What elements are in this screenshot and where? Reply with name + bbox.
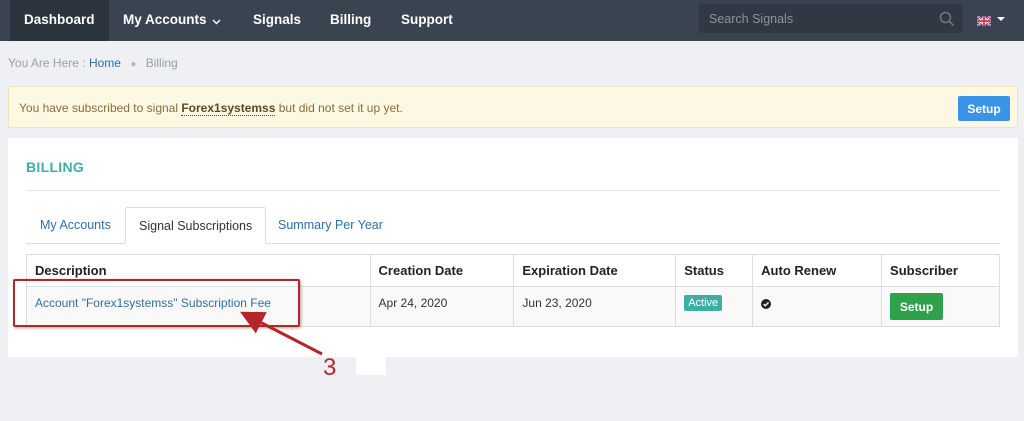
column-header-subscriber: Subscriber bbox=[881, 254, 1000, 287]
alert-text-before: You have subscribed to signal bbox=[19, 101, 182, 115]
subscriber-setup-button[interactable]: Setup bbox=[890, 293, 944, 320]
check-circle-icon bbox=[761, 298, 772, 314]
uk-flag-icon bbox=[976, 14, 992, 27]
title-divider bbox=[26, 190, 1000, 191]
column-header-auto-renew: Auto Renew bbox=[752, 254, 883, 287]
nav-my-accounts[interactable]: My Accounts bbox=[109, 0, 235, 41]
nav-signals[interactable]: Signals bbox=[239, 0, 315, 41]
alert-message: You have subscribed to signal Forex1syst… bbox=[19, 101, 403, 116]
creation-date-value: Apr 24, 2020 bbox=[378, 295, 448, 310]
column-header-creation-date: Creation Date bbox=[369, 254, 515, 287]
breadcrumb-current: Billing bbox=[145, 56, 178, 70]
breadcrumb-prefix: You Are Here : bbox=[8, 56, 86, 70]
breadcrumb: You Are Here : Home ● Billing bbox=[8, 56, 178, 70]
tab-summary-per-year[interactable]: Summary Per Year bbox=[265, 207, 396, 244]
column-header-status: Status bbox=[675, 254, 754, 287]
page-title: BILLING bbox=[26, 159, 85, 175]
search-box bbox=[699, 4, 963, 33]
cell-subscriber: Setup bbox=[881, 286, 1000, 327]
language-selector[interactable] bbox=[976, 12, 1007, 28]
tab-my-accounts[interactable]: My Accounts bbox=[27, 207, 124, 244]
caret-down-icon bbox=[997, 17, 1005, 21]
expiration-date-value: Jun 23, 2020 bbox=[522, 295, 592, 310]
annotation-number: 3 bbox=[323, 354, 337, 381]
nav-support[interactable]: Support bbox=[387, 0, 467, 41]
alert-setup-button[interactable]: Setup bbox=[958, 96, 1010, 121]
chevron-down-icon bbox=[212, 1, 221, 40]
search-input[interactable] bbox=[699, 4, 933, 33]
breadcrumb-home-link[interactable]: Home bbox=[89, 56, 121, 70]
setup-alert: You have subscribed to signal Forex1syst… bbox=[8, 86, 1018, 128]
annotation-white-patch bbox=[356, 356, 386, 375]
top-navbar: Dashboard My Accounts Signals Billing Su… bbox=[0, 0, 1024, 41]
nav-dashboard[interactable]: Dashboard bbox=[10, 0, 109, 41]
cell-status: Active bbox=[675, 286, 754, 327]
cell-creation-date: Apr 24, 2020 bbox=[369, 286, 515, 327]
column-header-expiration-date: Expiration Date bbox=[513, 254, 677, 287]
nav-my-accounts-label: My Accounts bbox=[123, 12, 207, 27]
tab-signal-subscriptions[interactable]: Signal Subscriptions bbox=[125, 207, 267, 244]
status-badge: Active bbox=[684, 294, 723, 311]
cell-expiration-date: Jun 23, 2020 bbox=[513, 286, 677, 327]
breadcrumb-separator-icon: ● bbox=[130, 59, 137, 70]
search-icon[interactable] bbox=[939, 11, 955, 27]
nav-billing[interactable]: Billing bbox=[316, 0, 385, 41]
cell-auto-renew bbox=[752, 286, 883, 327]
alert-text-after: but did not set it up yet. bbox=[275, 101, 403, 115]
alert-signal-name: Forex1systemss bbox=[181, 101, 276, 116]
